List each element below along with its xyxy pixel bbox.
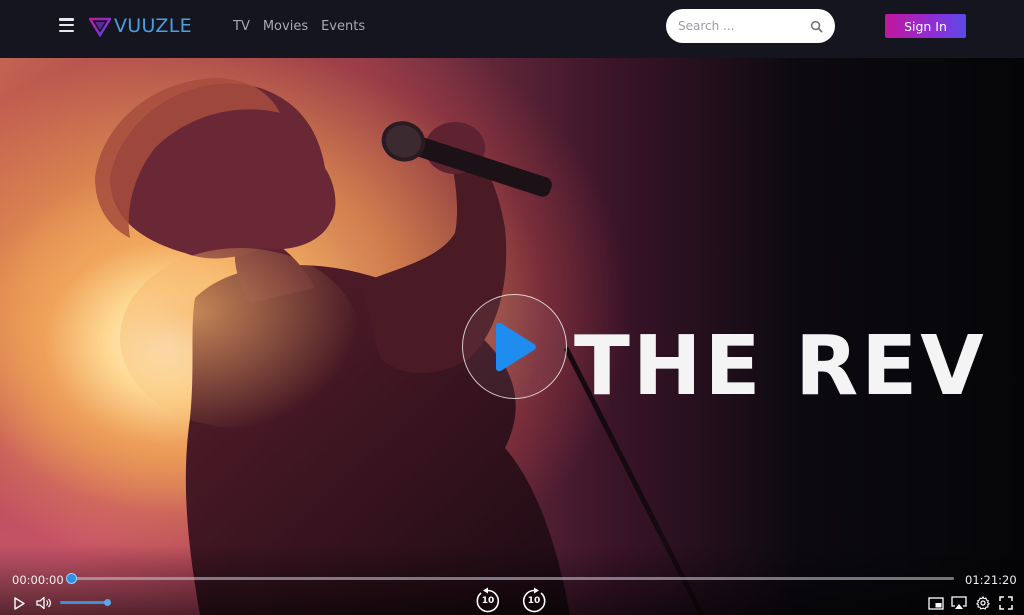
forward-10-button[interactable]: 10 [520,587,548,615]
progress-scrubber[interactable] [66,573,77,584]
play-button[interactable] [12,595,26,611]
vuuzle-triangle-logo-icon [89,17,111,37]
play-icon [495,322,536,371]
controls-gradient [0,545,1024,615]
progress-bar[interactable] [68,577,954,580]
hero-title: THE REV [574,319,987,414]
big-play-button[interactable] [462,294,567,399]
volume-slider[interactable] [60,601,108,604]
nav-tv[interactable]: TV [233,19,250,34]
volume-slider-handle[interactable] [104,599,111,606]
logo-text: VUUZLE [114,15,192,37]
fullscreen-button[interactable] [998,595,1014,611]
hamburger-menu-icon[interactable] [59,18,74,32]
search-box [666,9,835,43]
search-icon[interactable] [810,20,823,33]
settings-button[interactable] [975,595,991,611]
site-header: VUUZLE TV Movies Events Sign In [0,0,1024,58]
main-nav: TV Movies Events [233,19,365,34]
video-player[interactable]: THE REV [0,58,1024,615]
vuuzle-logo[interactable]: VUUZLE [89,14,192,38]
volume-icon [36,596,51,610]
search-input[interactable] [678,19,810,33]
airplay-icon [951,596,967,609]
nav-events[interactable]: Events [321,19,365,34]
rewind-10-button[interactable]: 10 [474,587,502,615]
airplay-button[interactable] [951,596,967,610]
mute-button[interactable] [35,595,53,611]
current-time: 00:00:00 [12,573,64,587]
play-icon [13,596,25,610]
sign-in-button[interactable]: Sign In [885,14,966,38]
rewind-seconds: 10 [481,596,495,606]
forward-seconds: 10 [527,596,541,606]
total-time: 01:21:20 [965,573,1017,587]
pip-button[interactable] [928,596,944,610]
picture-in-picture-icon [928,596,944,610]
fullscreen-icon [999,596,1013,610]
nav-movies[interactable]: Movies [263,19,308,34]
gear-icon [976,596,990,610]
